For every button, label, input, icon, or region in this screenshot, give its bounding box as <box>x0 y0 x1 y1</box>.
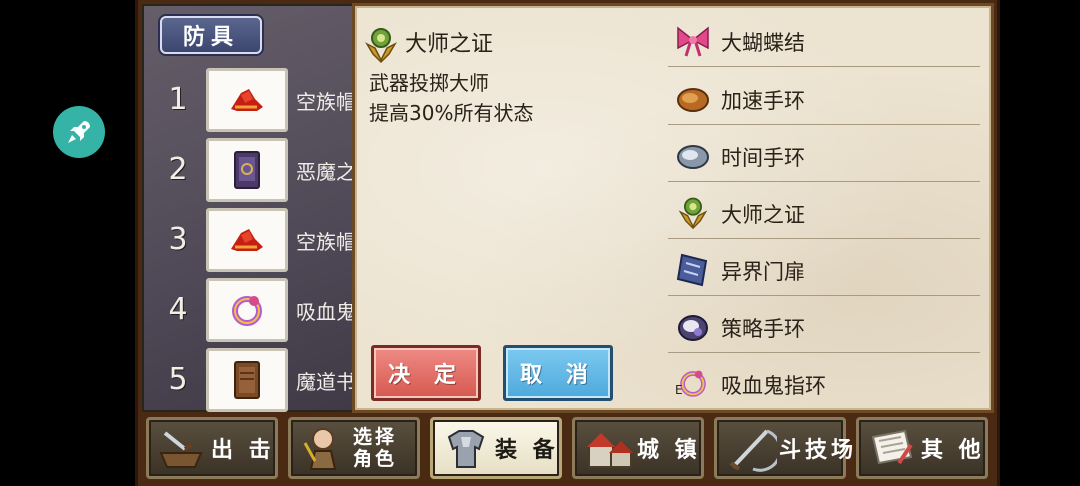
armor-icon <box>447 430 485 468</box>
nav-label: 斗技场 <box>779 438 858 463</box>
master-medal-icon <box>678 197 708 230</box>
list-item[interactable]: 大师之证 <box>668 182 980 239</box>
nav-town-button[interactable]: 城 镇 <box>572 417 704 479</box>
item-select-dialog: 大师之证 武器投掷大师 提高30%所有状态 决 定 取 消 大蝴蝶结 加速手环 <box>352 3 994 413</box>
nav-arena-button[interactable]: 斗技场 <box>714 417 853 479</box>
item-list: 大蝴蝶结 加速手环 时间手环 大师之证 异界门扉 策略手环 吸血鬼指环 <box>668 6 980 406</box>
list-item[interactable]: 异界门扉 <box>668 239 980 296</box>
game-screen: 防具 1 空族帽 2 恶魔之 3 空族帽 4 吸血鬼 5 魔道书 大师之证 武器… <box>135 0 1000 486</box>
list-item-label: 异界门扉 <box>721 260 805 284</box>
red-hat-icon <box>231 229 263 251</box>
list-item[interactable]: 策略手环 <box>668 296 980 353</box>
nav-label: 其 他 <box>921 438 985 463</box>
list-item-label: 时间手环 <box>721 146 805 170</box>
arena-icon <box>729 429 777 472</box>
equipped-slot-panel: 防具 1 空族帽 2 恶魔之 3 空族帽 4 吸血鬼 5 魔道书 <box>142 4 360 412</box>
equipped-marker: E <box>675 383 683 397</box>
slot-number: 5 <box>168 362 188 397</box>
list-item[interactable]: 大蝴蝶结 <box>668 10 980 67</box>
brown-book-icon <box>234 361 260 399</box>
red-hat-icon <box>231 89 263 111</box>
list-item-label: 加速手环 <box>721 89 805 113</box>
list-item[interactable]: 时间手环 <box>668 125 980 182</box>
slot-number: 2 <box>168 152 188 187</box>
nav-character-button[interactable]: 选择 角色 <box>288 417 420 479</box>
list-item[interactable]: 吸血鬼指环 <box>668 353 980 410</box>
nav-label: 城 镇 <box>637 438 701 463</box>
cancel-button[interactable]: 取 消 <box>503 345 613 401</box>
nav-label: 出 击 <box>211 438 275 463</box>
town-icon <box>587 433 633 468</box>
equip-slot[interactable]: 5 魔道书 <box>144 348 362 414</box>
bow-icon <box>677 26 709 57</box>
nav-label: 装 备 <box>495 438 559 463</box>
scroll-icon <box>871 429 913 465</box>
purple-book-icon <box>234 151 260 189</box>
list-item-label: 大师之证 <box>721 203 805 227</box>
character-icon <box>303 428 337 470</box>
equip-slot[interactable]: 3 空族帽 <box>144 208 362 274</box>
time-bracelet-icon <box>677 145 709 169</box>
list-item[interactable]: 加速手环 <box>668 68 980 125</box>
strategy-bracelet-icon <box>678 315 708 341</box>
sortie-icon <box>159 431 203 468</box>
list-item-label: 大蝴蝶结 <box>721 31 805 55</box>
speed-bracelet-icon <box>677 88 709 112</box>
slot-number: 3 <box>168 222 188 257</box>
bottom-nav: 出 击 选择 角色 装 备 城 镇 斗技场 其 他 <box>138 417 1003 483</box>
slot-icon-box <box>206 68 288 132</box>
slot-number: 4 <box>168 292 188 327</box>
slot-number: 1 <box>168 82 188 117</box>
vampire-ring-icon <box>232 296 262 326</box>
slot-icon-box <box>206 208 288 272</box>
list-item-label: 吸血鬼指环 <box>721 374 826 398</box>
detail-description: 武器投掷大师 提高30%所有状态 <box>369 71 534 125</box>
master-medal-icon <box>365 28 397 64</box>
list-item-label: 策略手环 <box>721 317 805 341</box>
equip-slot[interactable]: 2 恶魔之 <box>144 138 362 204</box>
nav-other-button[interactable]: 其 他 <box>856 417 988 479</box>
slot-icon-box <box>206 348 288 412</box>
nav-sortie-button[interactable]: 出 击 <box>146 417 278 479</box>
nav-label: 选择 角色 <box>353 426 398 470</box>
rocket-float-button[interactable] <box>53 106 105 158</box>
nav-equipment-button[interactable]: 装 备 <box>430 417 562 479</box>
category-tab-armor[interactable]: 防具 <box>160 16 262 54</box>
portal-card-icon <box>676 253 708 287</box>
slot-icon-box <box>206 278 288 342</box>
confirm-button[interactable]: 决 定 <box>371 345 481 401</box>
detail-title: 大师之证 <box>405 32 494 57</box>
rocket-icon <box>68 121 90 143</box>
equip-slot[interactable]: 4 吸血鬼 <box>144 278 362 344</box>
slot-icon-box <box>206 138 288 202</box>
equip-slot[interactable]: 1 空族帽 <box>144 68 362 134</box>
